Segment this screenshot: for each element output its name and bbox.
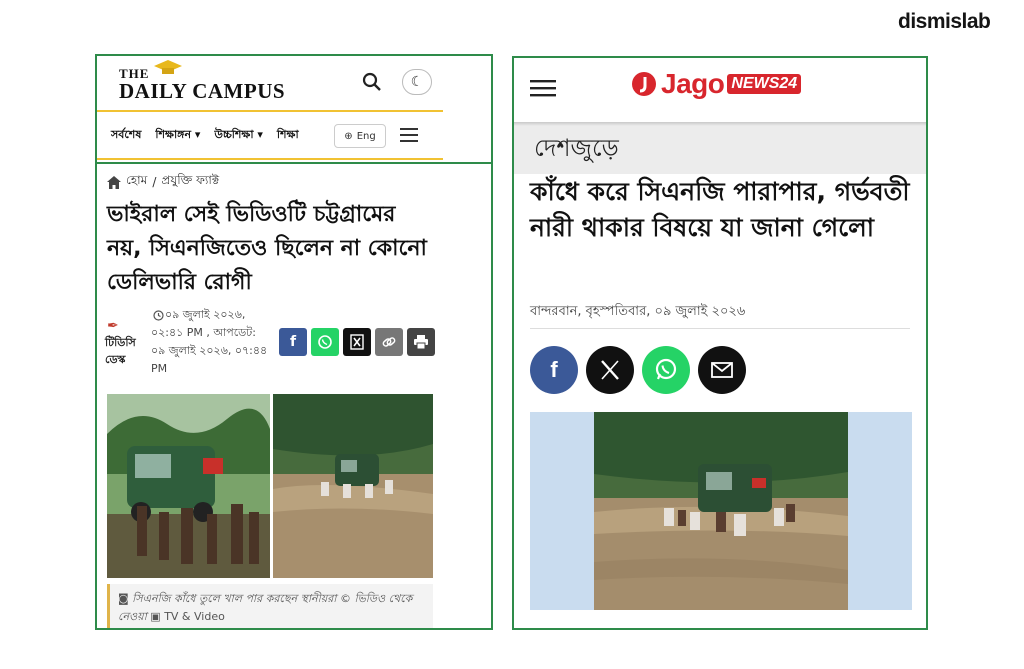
copy-link-button[interactable] <box>375 328 403 356</box>
facebook-icon: f <box>550 357 558 382</box>
photo-caption: ◙ সিএনজি কাঁধে তুলে খাল পার করছেন স্থানী… <box>107 584 433 628</box>
nav-item-higher-education[interactable]: উচ্চশিক্ষা ▾ <box>214 126 263 145</box>
hamburger-menu-icon[interactable] <box>400 128 418 142</box>
whatsapp-icon <box>318 335 332 349</box>
logo-word: Jago <box>661 68 725 99</box>
envelope-icon <box>711 362 733 378</box>
daily-campus-article-screenshot: হোম / প্রযুক্তি ফ্যাক্ট ভাইরাল সেই ভিডিও… <box>95 162 493 630</box>
x-icon <box>601 360 619 380</box>
language-switch[interactable]: ⊕ Eng <box>334 124 386 148</box>
nav-item-education[interactable]: শিক্ষা <box>277 126 299 145</box>
nav-item-latest[interactable]: সর্বশেষ <box>111 126 141 145</box>
whatsapp-share-button[interactable] <box>311 328 339 356</box>
publish-info: ০৯ জুলাই ২০২৬, ০২:৪১ PM , আপডেট: ০৯ জুলা… <box>151 308 268 375</box>
dismislab-logo: dismislab <box>898 10 991 33</box>
share-buttons: f <box>530 346 746 394</box>
article-photo <box>530 412 912 610</box>
blank-area <box>443 56 491 162</box>
printer-icon <box>414 335 428 350</box>
facebook-share-button[interactable]: f <box>530 346 578 394</box>
author-name[interactable]: টিডিসি ডেস্ক <box>105 334 136 368</box>
nav-divider <box>97 158 443 160</box>
moon-icon: ☾ <box>410 74 424 90</box>
category-label[interactable]: দেশজুড়ে <box>534 130 619 170</box>
tv-icon: ▣ <box>150 610 165 623</box>
breadcrumb-category[interactable]: প্রযুক্তি ফ্যাক্ট <box>161 172 219 192</box>
share-buttons: f <box>279 328 435 356</box>
x-icon <box>350 334 364 350</box>
globe-icon: ⊕ <box>344 130 353 142</box>
facebook-icon: f <box>289 334 297 350</box>
article-title: কাঁধে করে সিএনজি পারাপার, গর্ভবতী নারী থ… <box>530 177 910 242</box>
jagonews24-logo[interactable]: Jago NEWS24 <box>631 68 802 100</box>
dateline: বান্দরবান, বৃহস্পতিবার, ০৯ জুলাই ২০২৬ <box>530 304 746 319</box>
jagonews24-article-screenshot: Jago NEWS24 দেশজুড়ে কাঁধে করে সিএনজি পা… <box>512 56 928 630</box>
daily-campus-logo[interactable]: THE DAILY CAMPUS <box>119 66 285 104</box>
caption-source: TV & Video <box>164 610 225 623</box>
dark-mode-toggle[interactable]: ☾ <box>402 69 432 95</box>
breadcrumb: হোম / প্রযুক্তি ফ্যাক্ট <box>107 172 219 192</box>
logo-badge: NEWS24 <box>727 74 802 94</box>
photo-divider <box>270 394 273 578</box>
whatsapp-icon <box>655 358 677 380</box>
x-share-button[interactable] <box>586 346 634 394</box>
search-icon[interactable] <box>361 71 383 93</box>
breadcrumb-separator: / <box>152 175 157 189</box>
daily-campus-header-screenshot: THE DAILY CAMPUS ☾ সর্বশেষ শিক্ষাঙ্গন ▾ … <box>95 54 493 164</box>
email-share-button[interactable] <box>698 346 746 394</box>
logo-name: DAILY CAMPUS <box>119 79 286 103</box>
blank-area <box>443 164 491 628</box>
facebook-share-button[interactable]: f <box>279 328 307 356</box>
main-nav: সর্বশেষ শিক্ষাঙ্গন ▾ উচ্চশিক্ষা ▾ শিক্ষা <box>97 112 443 158</box>
print-button[interactable] <box>407 328 435 356</box>
nav-item-campus[interactable]: শিক্ষাঙ্গন ▾ <box>155 126 200 145</box>
article-title: ভাইরাল সেই ভিডিওটি চট্টগ্রামের নয়, সিএন… <box>107 202 427 295</box>
link-icon <box>382 337 396 347</box>
cng-river-photo-image <box>530 412 912 610</box>
hamburger-menu-icon[interactable] <box>530 78 556 98</box>
divider <box>530 328 910 329</box>
jago-logo-mark-icon <box>632 72 656 96</box>
category-bar-shadow <box>514 122 926 126</box>
home-icon[interactable] <box>107 175 121 189</box>
camera-icon: ◙ <box>118 592 133 605</box>
article-photo <box>107 394 433 578</box>
whatsapp-share-button[interactable] <box>642 346 690 394</box>
author-logo-icon: ✒ <box>107 318 119 334</box>
x-share-button[interactable] <box>343 328 371 356</box>
breadcrumb-home[interactable]: হোম <box>126 172 147 192</box>
language-label: Eng <box>356 130 376 142</box>
